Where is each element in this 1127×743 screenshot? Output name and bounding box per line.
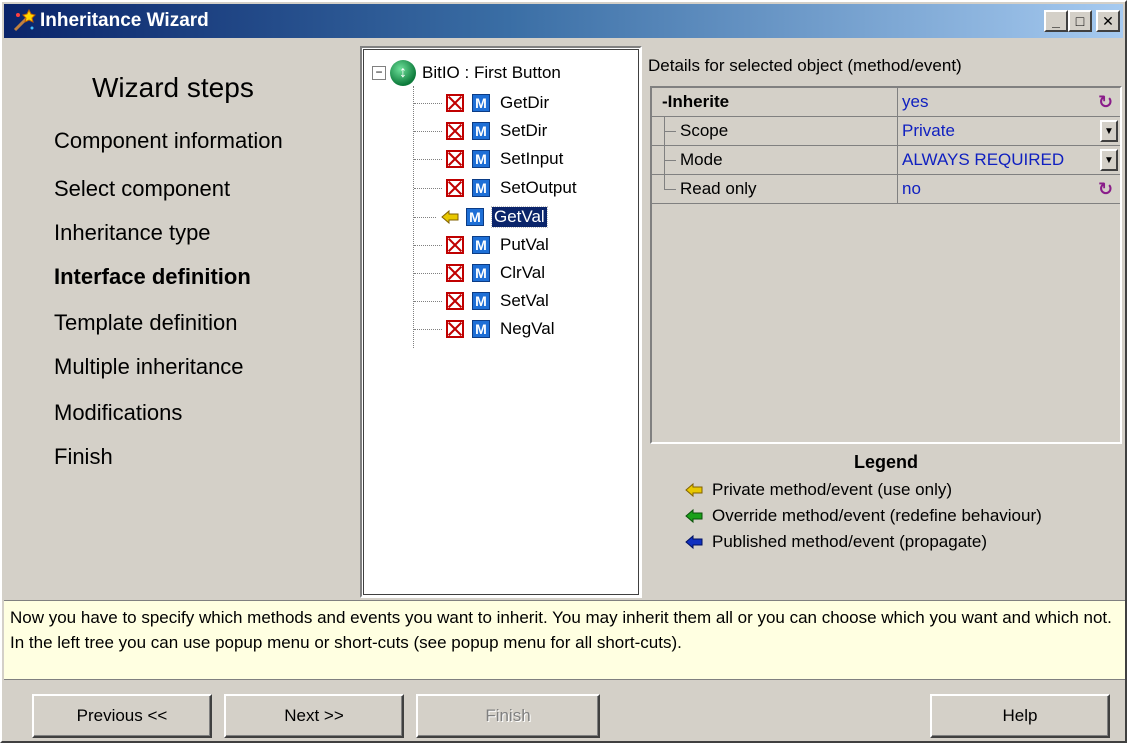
dropdown-arrow-icon[interactable]: ▼	[1100, 120, 1118, 142]
step-finish: Finish	[54, 444, 113, 469]
property-value[interactable]: yes ↻	[898, 88, 1120, 117]
tree-item-label: SetDir	[500, 121, 548, 140]
info-text: Now you have to specify which methods an…	[4, 600, 1125, 680]
property-value[interactable]: Private ▼	[898, 117, 1120, 146]
finish-button[interactable]: Finish	[416, 694, 600, 738]
tree-item-label: ClrVal	[500, 263, 546, 282]
private-arrow-icon	[684, 481, 704, 499]
property-grid[interactable]: -Inherite yes ↻ Scope Private ▼ Mode ALW…	[650, 86, 1122, 444]
step-component-information: Component information	[54, 128, 283, 153]
legend-title: Legend	[853, 452, 918, 472]
property-value-text: ALWAYS REQUIRED	[902, 150, 1065, 169]
tree-item-label: SetInput	[500, 149, 564, 168]
tree-item-label: SetOutput	[500, 178, 577, 197]
legend-item-published: Published method/event (propagate)	[684, 530, 987, 554]
tree-item-label: NegVal	[500, 319, 555, 338]
published-arrow-icon	[684, 533, 704, 551]
wizard-steps-panel: Wizard steps Component information Selec…	[8, 46, 358, 598]
excluded-icon	[446, 94, 464, 112]
step-interface-definition: Interface definition	[54, 264, 251, 289]
tree-item-setinput[interactable]: M SetInput	[414, 146, 565, 172]
legend-item-override: Override method/event (redefine behaviou…	[684, 504, 1042, 528]
legend-item-private: Private method/event (use only)	[684, 478, 952, 502]
method-icon: M	[472, 236, 490, 254]
excluded-icon	[446, 320, 464, 338]
cycle-value-icon[interactable]: ↻	[1098, 180, 1116, 198]
wizard-wand-icon	[13, 9, 36, 32]
tree-item-setoutput[interactable]: M SetOutput	[414, 175, 579, 201]
property-name: Scope	[652, 117, 898, 146]
step-multiple-inheritance: Multiple inheritance	[54, 354, 244, 379]
previous-button[interactable]: Previous <<	[32, 694, 212, 738]
excluded-icon	[446, 264, 464, 282]
close-button[interactable]: ✕	[1096, 10, 1120, 32]
tree-item-setdir[interactable]: M SetDir	[414, 118, 549, 144]
property-name: -Inherite	[652, 88, 898, 117]
property-value[interactable]: no ↻	[898, 175, 1120, 204]
method-icon: M	[472, 122, 490, 140]
dropdown-arrow-icon[interactable]: ▼	[1100, 149, 1118, 171]
property-name: Read only	[652, 175, 898, 204]
excluded-icon	[446, 150, 464, 168]
method-icon: M	[472, 150, 490, 168]
property-row-inherite[interactable]: -Inherite yes ↻	[652, 88, 1120, 117]
private-arrow-icon	[440, 208, 460, 226]
maximize-button[interactable]: □	[1068, 10, 1092, 32]
tree-item-clrval[interactable]: M ClrVal	[414, 260, 547, 286]
tree-item-label-selected: GetVal	[491, 206, 548, 228]
collapse-toggle[interactable]: −	[372, 66, 386, 80]
tree-item-label: GetDir	[500, 93, 550, 112]
next-button[interactable]: Next >>	[224, 694, 404, 738]
method-icon: M	[472, 94, 490, 112]
step-inheritance-type: Inheritance type	[54, 220, 211, 245]
step-modifications: Modifications	[54, 400, 183, 425]
tree-root-label: BitIO : First Button	[422, 63, 561, 82]
tree-item-putval[interactable]: M PutVal	[414, 232, 551, 258]
method-icon: M	[466, 208, 484, 226]
property-name: Mode	[652, 146, 898, 175]
wizard-steps-title: Wizard steps	[92, 72, 254, 103]
wizard-window: Inheritance Wizard _ □ ✕ Wizard steps Co…	[0, 0, 1127, 743]
legend-panel: Legend Private method/event (use only) O…	[650, 446, 1122, 598]
help-button[interactable]: Help	[930, 694, 1110, 738]
tree-item-label: SetVal	[500, 291, 549, 310]
property-value[interactable]: ALWAYS REQUIRED ▼	[898, 146, 1120, 175]
method-icon: M	[472, 292, 490, 310]
excluded-icon	[446, 122, 464, 140]
property-row-read-only[interactable]: Read only no ↻	[652, 175, 1120, 204]
tree-item-setval[interactable]: M SetVal	[414, 288, 551, 314]
tree-item-getval[interactable]: M GetVal	[414, 204, 548, 230]
property-value-text: yes	[902, 92, 929, 111]
window-title: Inheritance Wizard	[40, 10, 209, 31]
excluded-icon	[446, 292, 464, 310]
legend-label: Private method/event (use only)	[712, 480, 953, 499]
override-arrow-icon	[684, 507, 704, 525]
component-icon: ↕	[390, 60, 416, 86]
step-select-component: Select component	[54, 176, 231, 201]
cycle-value-icon[interactable]: ↻	[1098, 93, 1116, 111]
method-icon: M	[472, 264, 490, 282]
tree-item-label: PutVal	[500, 235, 549, 254]
tree-item-getdir[interactable]: M GetDir	[414, 90, 551, 116]
property-value-text: Private	[902, 121, 955, 140]
excluded-icon	[446, 236, 464, 254]
method-tree[interactable]: − ↕ BitIO : First Button M GetDir M SetD…	[360, 46, 642, 598]
method-icon: M	[472, 179, 490, 197]
legend-label: Override method/event (redefine behaviou…	[712, 506, 1042, 525]
property-value-text: no	[902, 179, 921, 198]
step-template-definition: Template definition	[54, 310, 238, 335]
details-heading: Details for selected object (method/even…	[648, 56, 962, 75]
title-bar[interactable]: Inheritance Wizard _ □ ✕	[4, 4, 1123, 38]
minimize-button[interactable]: _	[1044, 10, 1068, 32]
method-icon: M	[472, 320, 490, 338]
excluded-icon	[446, 179, 464, 197]
property-row-mode[interactable]: Mode ALWAYS REQUIRED ▼	[652, 146, 1120, 175]
property-row-scope[interactable]: Scope Private ▼	[652, 117, 1120, 146]
tree-item-negval[interactable]: M NegVal	[414, 316, 557, 342]
legend-label: Published method/event (propagate)	[712, 532, 988, 551]
tree-root-node[interactable]: − ↕ BitIO : First Button	[372, 60, 561, 86]
